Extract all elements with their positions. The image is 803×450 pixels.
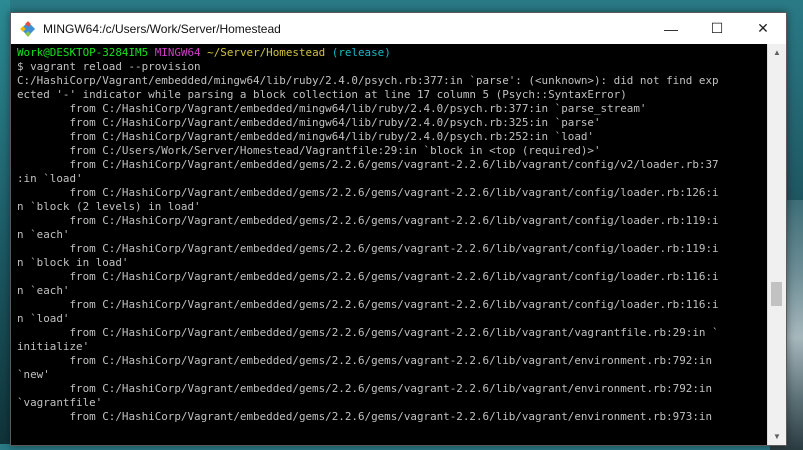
output-line: ected '-' indicator while parsing a bloc… (17, 88, 627, 101)
prompt-path: ~/Server/Homestead (207, 46, 326, 59)
scroll-thumb[interactable] (771, 282, 782, 306)
output-line: initialize' (17, 340, 90, 353)
scroll-up-icon[interactable]: ▲ (768, 44, 786, 61)
output-line: `vagrantfile' (17, 396, 103, 409)
output-line: from C:/Users/Work/Server/Homestead/Vagr… (17, 144, 601, 157)
output-line: n `each' (17, 228, 70, 241)
git-bash-icon (20, 20, 36, 37)
minimize-icon: — (664, 20, 678, 37)
output-line: from C:/HashiCorp/Vagrant/embedded/gems/… (17, 410, 713, 423)
output-line: from C:/HashiCorp/Vagrant/embedded/mingw… (17, 116, 601, 129)
window-title: MINGW64:/c/Users/Work/Server/Homestead (43, 21, 281, 36)
terminal-window: MINGW64:/c/Users/Work/Server/Homestead —… (10, 12, 787, 446)
output-line: n `load' (17, 312, 70, 325)
close-button[interactable]: ✕ (740, 13, 786, 44)
scroll-down-icon[interactable]: ▼ (768, 428, 786, 445)
output-line: n `each' (17, 284, 70, 297)
prompt-shell: MINGW64 (154, 46, 201, 59)
error-output: C:/HashiCorp/Vagrant/embedded/mingw64/li… (17, 74, 767, 424)
output-line: n `block in load' (17, 256, 129, 269)
title-bar[interactable]: MINGW64:/c/Users/Work/Server/Homestead —… (11, 13, 786, 44)
minimize-button[interactable]: — (648, 13, 694, 44)
maximize-icon: ☐ (710, 20, 724, 36)
vertical-scrollbar[interactable]: ▲ ▼ (767, 44, 786, 445)
close-icon: ✕ (757, 20, 769, 36)
output-line: from C:/HashiCorp/Vagrant/embedded/mingw… (17, 102, 647, 115)
command-line: $ vagrant reload --provision (17, 60, 201, 73)
output-line: `new' (17, 368, 50, 381)
desktop-wallpaper-left (0, 0, 10, 444)
terminal-output[interactable]: Work@DESKTOP-3284IM5 MINGW64 ~/Server/Ho… (11, 44, 767, 445)
window-controls: — ☐ ✕ (648, 13, 786, 44)
output-line: from C:/HashiCorp/Vagrant/embedded/gems/… (17, 214, 719, 227)
output-line: :in `load' (17, 172, 83, 185)
output-line: from C:/HashiCorp/Vagrant/embedded/gems/… (17, 298, 719, 311)
output-line: from C:/HashiCorp/Vagrant/embedded/gems/… (17, 326, 719, 339)
output-line: from C:/HashiCorp/Vagrant/embedded/gems/… (17, 382, 713, 395)
maximize-button[interactable]: ☐ (694, 13, 740, 44)
output-line: from C:/HashiCorp/Vagrant/embedded/gems/… (17, 158, 719, 171)
prompt-branch: (release) (331, 46, 391, 59)
output-line: n `block (2 levels) in load' (17, 200, 201, 213)
prompt-user-host: Work@DESKTOP-3284IM5 (17, 46, 149, 59)
output-line: from C:/HashiCorp/Vagrant/embedded/gems/… (17, 270, 719, 283)
prompt-line: Work@DESKTOP-3284IM5 MINGW64 ~/Server/Ho… (17, 46, 767, 60)
output-line: from C:/HashiCorp/Vagrant/embedded/gems/… (17, 186, 719, 199)
output-line: C:/HashiCorp/Vagrant/embedded/mingw64/li… (17, 74, 719, 87)
output-line: from C:/HashiCorp/Vagrant/embedded/gems/… (17, 354, 713, 367)
output-line: from C:/HashiCorp/Vagrant/embedded/gems/… (17, 242, 719, 255)
output-line: from C:/HashiCorp/Vagrant/embedded/mingw… (17, 130, 594, 143)
